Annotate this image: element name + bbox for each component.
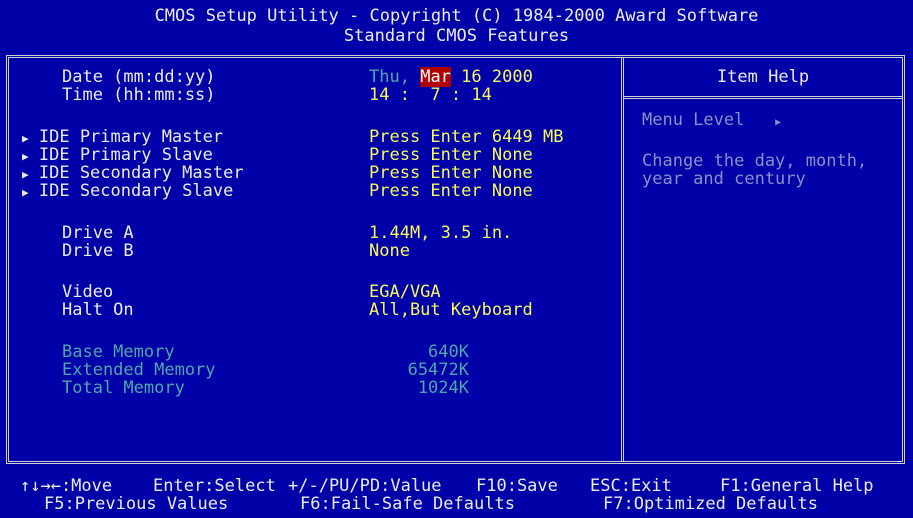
submenu-arrow-icon: ▶: [22, 150, 29, 163]
submenu-arrow-icon: ▶: [22, 132, 29, 145]
base-memory-value: 640K: [428, 342, 469, 362]
video-value[interactable]: EGA/VGA: [369, 283, 441, 301]
ide-value: None: [491, 145, 533, 165]
press-enter-text: Press Enter: [369, 145, 482, 165]
submenu-arrow-icon: ▶: [22, 186, 29, 199]
time-label: Time (hh:mm:ss): [62, 85, 216, 105]
drive-b-value[interactable]: None: [369, 242, 410, 260]
panel-divider: [621, 57, 624, 462]
page-title: Standard CMOS Features: [343, 26, 570, 46]
ide-value: None: [491, 163, 533, 183]
ide-label: IDE Primary Slave: [38, 145, 213, 165]
footer-general-help: F1:General Help: [720, 476, 874, 496]
footer-previous-values: F5:Previous Values: [44, 494, 229, 514]
ide-label: IDE Primary Master: [38, 127, 224, 147]
submenu-arrow-icon: ▶: [22, 168, 29, 181]
drive-a-label: Drive A: [62, 223, 134, 243]
footer-exit: ESC:Exit: [590, 476, 672, 496]
date-month-selected[interactable]: Mar: [420, 67, 451, 87]
total-memory-value: 1024K: [417, 378, 469, 398]
help-text-line1: Change the day, month,: [642, 151, 868, 171]
halt-on-value[interactable]: All,But Keyboard: [369, 301, 533, 319]
date-label: Date (mm:dd:yy): [62, 67, 216, 87]
help-divider: [623, 96, 903, 99]
base-memory-label: Base Memory: [62, 342, 175, 362]
footer-value: +/-/PU/PD:Value: [288, 476, 442, 496]
extended-memory-value: 65472K: [407, 360, 469, 380]
ide-value: None: [491, 181, 533, 201]
ide-label: IDE Secondary Master: [38, 163, 244, 183]
press-enter-text: Press Enter: [369, 163, 482, 183]
drive-a-value[interactable]: 1.44M, 3.5 in.: [369, 224, 512, 242]
press-enter-text: Press Enter: [369, 127, 482, 147]
extended-memory-label: Extended Memory: [62, 360, 216, 380]
halt-on-label: Halt On: [62, 300, 134, 320]
menu-level-label: Menu Level: [642, 110, 745, 130]
footer-fail-safe-defaults: F6:Fail-Safe Defaults: [300, 494, 515, 514]
footer-optimized-defaults: F7:Optimized Defaults: [603, 494, 818, 514]
total-memory-label: Total Memory: [62, 378, 185, 398]
ide-secondary-slave-item[interactable]: ▶ IDE Secondary Slave: [22, 182, 233, 202]
item-help-title: Item Help: [716, 67, 810, 87]
ide-primary-slave-value[interactable]: Press Enter None: [369, 146, 533, 164]
time-value[interactable]: 14 : 7 : 14: [369, 86, 492, 104]
ide-primary-master-value[interactable]: Press Enter 6449 MB: [369, 128, 564, 146]
video-label: Video: [62, 282, 114, 302]
footer-select: Enter:Select: [153, 476, 276, 496]
drive-b-label: Drive B: [62, 241, 134, 261]
help-text-line2: year and century: [642, 169, 806, 189]
ide-label: IDE Secondary Slave: [38, 181, 234, 201]
date-day-year[interactable]: 16 2000: [461, 67, 533, 87]
ide-secondary-slave-value[interactable]: Press Enter None: [369, 182, 533, 200]
header-title: CMOS Setup Utility - Copyright (C) 1984-…: [154, 6, 759, 26]
ide-secondary-master-value[interactable]: Press Enter None: [369, 164, 533, 182]
menu-level-arrow-icon: ▶: [775, 117, 782, 128]
footer-save: F10:Save: [476, 476, 558, 496]
press-enter-text: Press Enter: [369, 181, 482, 201]
menu-level: Menu Level ▶: [642, 111, 781, 132]
ide-value: 6449 MB: [491, 127, 564, 147]
date-day: Thu,: [369, 67, 410, 87]
date-field[interactable]: Thu, Mar 16 2000: [369, 67, 533, 87]
footer-move: ↑↓→←:Move: [20, 476, 113, 496]
